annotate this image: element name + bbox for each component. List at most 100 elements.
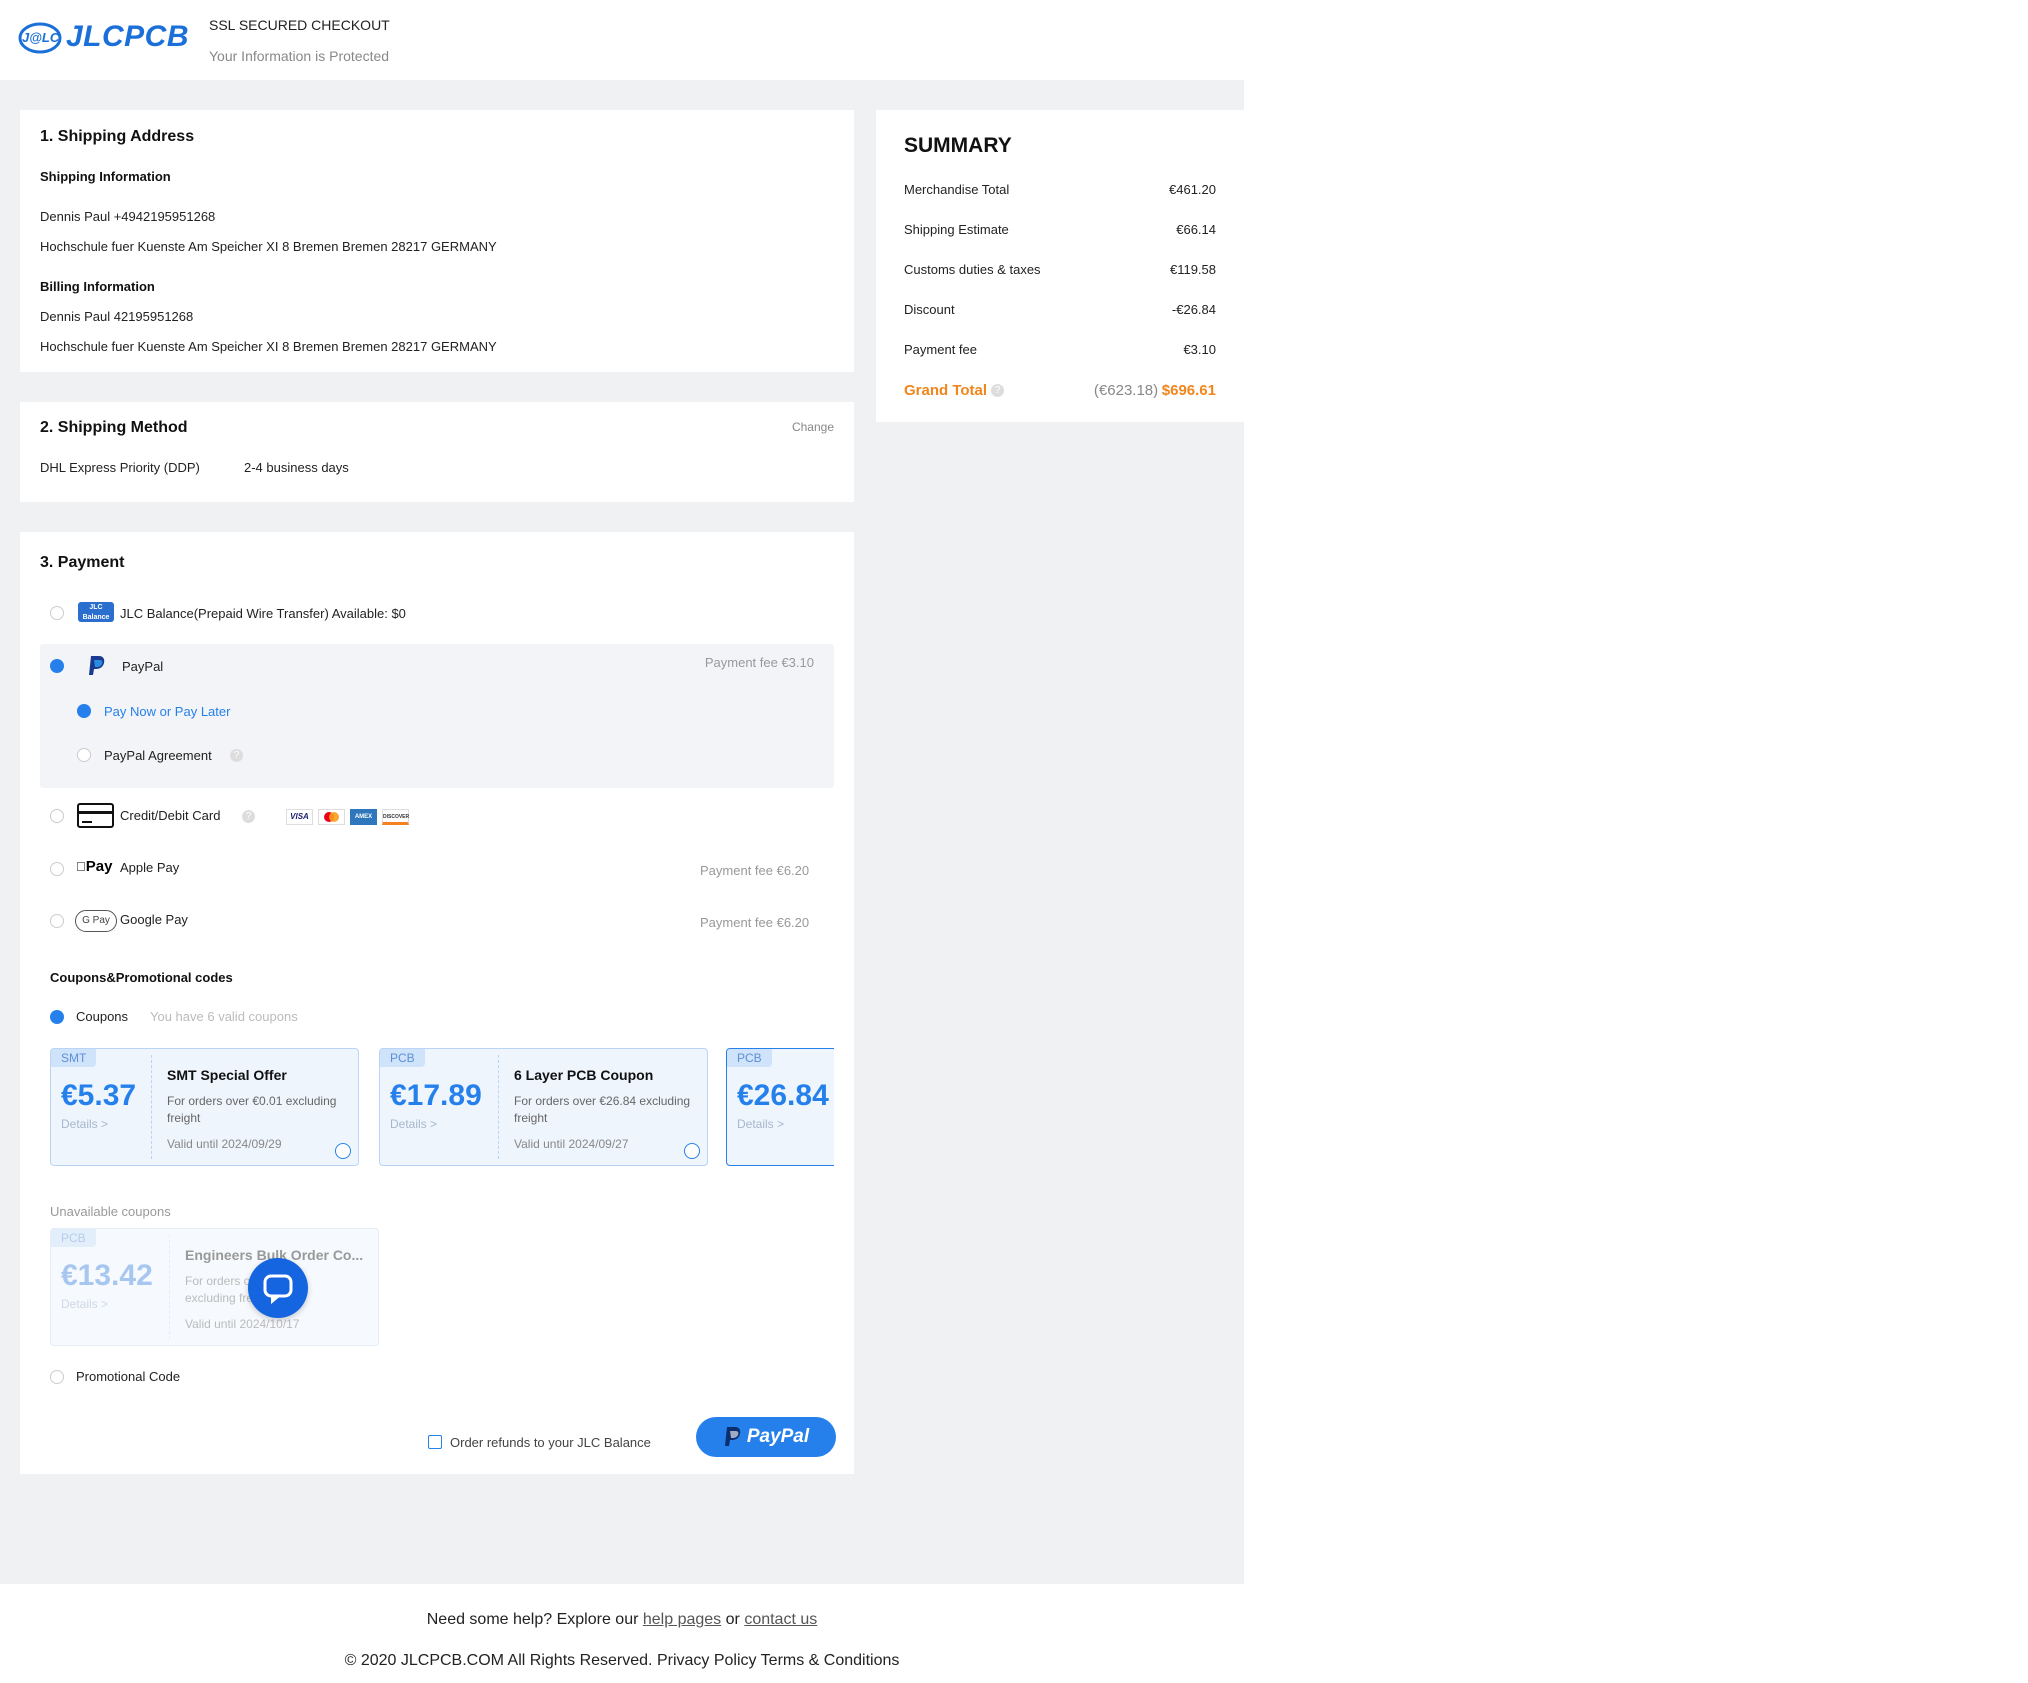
billing-info-label: Billing Information (40, 279, 155, 294)
discover-icon: DISCOVER (382, 809, 409, 825)
google-pay-label[interactable]: Google Pay (120, 912, 188, 927)
shipping-address-line: Hochschule fuer Kuenste Am Speicher XI 8… (40, 239, 497, 254)
summary-row-customs: Customs duties & taxes €119.58 (904, 262, 1216, 277)
coupons-label[interactable]: Coupons (76, 1009, 128, 1024)
coupon-tag: PCB (51, 1229, 96, 1247)
coupon-carousel[interactable]: SMT €5.37 Details > SMT Special Offer Fo… (50, 1048, 834, 1168)
summary-row-merchandise: Merchandise Total €461.20 (904, 182, 1216, 197)
summary-label: Customs duties & taxes (904, 262, 1041, 277)
coupon-details-link[interactable]: Details > (390, 1117, 437, 1131)
mastercard-icon (318, 809, 345, 825)
coupon-select-radio[interactable] (335, 1143, 351, 1159)
coupon-amount: €5.37 (61, 1079, 137, 1112)
coupons-hint: You have 6 valid coupons (150, 1009, 298, 1024)
chat-icon (263, 1274, 293, 1305)
paypal-radio[interactable] (50, 659, 64, 673)
jlc-logo-icon: J@LC (18, 18, 64, 56)
coupon-title: 6 Layer PCB Coupon (514, 1067, 654, 1083)
summary-title: SUMMARY (904, 134, 1012, 157)
help-pages-link[interactable]: help pages (643, 1611, 721, 1628)
coupon-tag: PCB (727, 1049, 772, 1067)
help-icon[interactable]: ? (242, 810, 255, 823)
paypal-icon (88, 655, 106, 682)
coupon-validity: Valid until 2024/09/29 (167, 1137, 282, 1151)
coupon-title: SMT Special Offer (167, 1067, 287, 1083)
change-shipping-link[interactable]: Change (792, 420, 834, 434)
amex-icon: AMEX (350, 809, 377, 825)
apple-pay-icon: Pay (76, 858, 112, 875)
coupon-validity: Valid until 2024/10/17 (185, 1317, 300, 1331)
shipping-method-name: DHL Express Priority (DDP) (40, 460, 200, 475)
summary-row-payment-fee: Payment fee €3.10 (904, 342, 1216, 357)
footer-copyright: © 2020 JLCPCB.COM All Rights Reserved. P… (344, 1652, 900, 1669)
unavailable-coupon-card: PCB €13.42 Details > Engineers Bulk Orde… (50, 1228, 379, 1346)
jlc-balance-radio[interactable] (50, 606, 64, 620)
coupon-details-link[interactable]: Details > (737, 1117, 784, 1131)
paypal-agreement-radio[interactable] (77, 748, 91, 762)
paypal-fee: Payment fee €3.10 (704, 655, 814, 670)
logo-text: JLCPCB (66, 20, 190, 53)
shipping-method-title: 2. Shipping Method (40, 419, 188, 436)
pay-now-later-radio[interactable] (77, 704, 91, 718)
summary-label: Shipping Estimate (904, 222, 1009, 237)
help-icon[interactable]: ? (230, 749, 243, 762)
paypal-agreement-label[interactable]: PayPal Agreement (104, 748, 212, 763)
footer-help: Need some help? Explore our help pages o… (0, 1611, 1244, 1629)
coupon-card[interactable]: PCB €17.89 Details > 6 Layer PCB Coupon … (379, 1048, 708, 1166)
coupon-amount: €13.42 (61, 1259, 153, 1292)
contact-us-link[interactable]: contact us (744, 1611, 817, 1628)
summary-label: Payment fee (904, 342, 977, 357)
shipping-address-card: 1. Shipping Address Shipping Information… (20, 110, 854, 372)
coupon-amount: €26.84 (737, 1079, 829, 1112)
summary-card: SUMMARY Merchandise Total €461.20 Shippi… (876, 110, 1244, 422)
payment-card: 3. Payment JLC Balance JLC Balance(Prepa… (20, 532, 854, 1474)
ssl-title: SSL SECURED CHECKOUT (209, 17, 390, 33)
refund-label[interactable]: Order refunds to your JLC Balance (450, 1435, 651, 1450)
checkout-page: J@LC JLCPCB SSL SECURED CHECKOUT Your In… (0, 0, 2028, 1683)
grand-total-row: Grand Total ? (€623.18) $696.61 (904, 382, 1216, 399)
coupon-details-link[interactable]: Details > (61, 1117, 108, 1131)
paypal-icon (724, 1427, 741, 1446)
footer-help-prefix: Need some help? Explore our (426, 1611, 639, 1628)
coupon-card[interactable]: PCB €26.84 Details > (726, 1048, 834, 1166)
google-pay-icon: G Pay (75, 910, 117, 932)
google-pay-radio[interactable] (50, 914, 64, 928)
summary-value: €66.14 (1176, 222, 1216, 237)
coupon-select-radio[interactable] (684, 1143, 700, 1159)
unavailable-coupons-label: Unavailable coupons (50, 1204, 171, 1219)
shipping-address-title: 1. Shipping Address (40, 128, 195, 145)
grand-total-value: $696.61 (1161, 382, 1216, 399)
pay-now-later-label[interactable]: Pay Now or Pay Later (104, 704, 230, 719)
promo-code-radio[interactable] (50, 1370, 64, 1384)
top-bar: J@LC JLCPCB SSL SECURED CHECKOUT Your In… (0, 0, 1244, 80)
coupons-radio[interactable] (50, 1010, 64, 1024)
card-radio[interactable] (50, 809, 64, 823)
svg-text:J@LC: J@LC (22, 30, 60, 45)
chat-button[interactable] (248, 1258, 308, 1318)
grand-total-label: Grand Total (904, 382, 988, 399)
shipping-info-label: Shipping Information (40, 169, 171, 184)
apple-pay-label[interactable]: Apple Pay (120, 860, 179, 875)
credit-card-icon (77, 803, 114, 828)
coupon-description: For orders over €0.01 excluding freight (167, 1094, 337, 1125)
card-label[interactable]: Credit/Debit Card (120, 808, 220, 823)
help-icon[interactable]: ? (991, 384, 1005, 397)
paypal-button-label: PayPal (746, 1426, 810, 1447)
paypal-option-panel[interactable]: PayPal Payment fee €3.10 Pay Now or Pay … (40, 644, 834, 788)
apple-pay-radio[interactable] (50, 862, 64, 876)
coupon-tag: PCB (380, 1049, 425, 1067)
jlcpcb-logo[interactable]: J@LC JLCPCB (18, 18, 189, 56)
shipping-name-phone: Dennis Paul +4942195951268 (40, 209, 216, 224)
summary-value: -€26.84 (1171, 302, 1216, 317)
coupon-card[interactable]: SMT €5.37 Details > SMT Special Offer Fo… (50, 1048, 359, 1166)
paypal-checkout-button[interactable]: PayPal (696, 1417, 836, 1457)
promo-code-label[interactable]: Promotional Code (76, 1369, 180, 1384)
paypal-label: PayPal (122, 659, 164, 674)
google-pay-fee: Payment fee €6.20 (700, 915, 810, 930)
billing-name-phone: Dennis Paul 42195951268 (40, 309, 194, 324)
ssl-subtitle: Your Information is Protected (209, 48, 390, 64)
jlc-balance-label[interactable]: JLC Balance(Prepaid Wire Transfer) Avail… (120, 606, 406, 621)
summary-row-discount: Discount -€26.84 (904, 302, 1216, 317)
refund-checkbox[interactable] (428, 1435, 442, 1449)
summary-row-shipping: Shipping Estimate €66.14 (904, 222, 1216, 237)
